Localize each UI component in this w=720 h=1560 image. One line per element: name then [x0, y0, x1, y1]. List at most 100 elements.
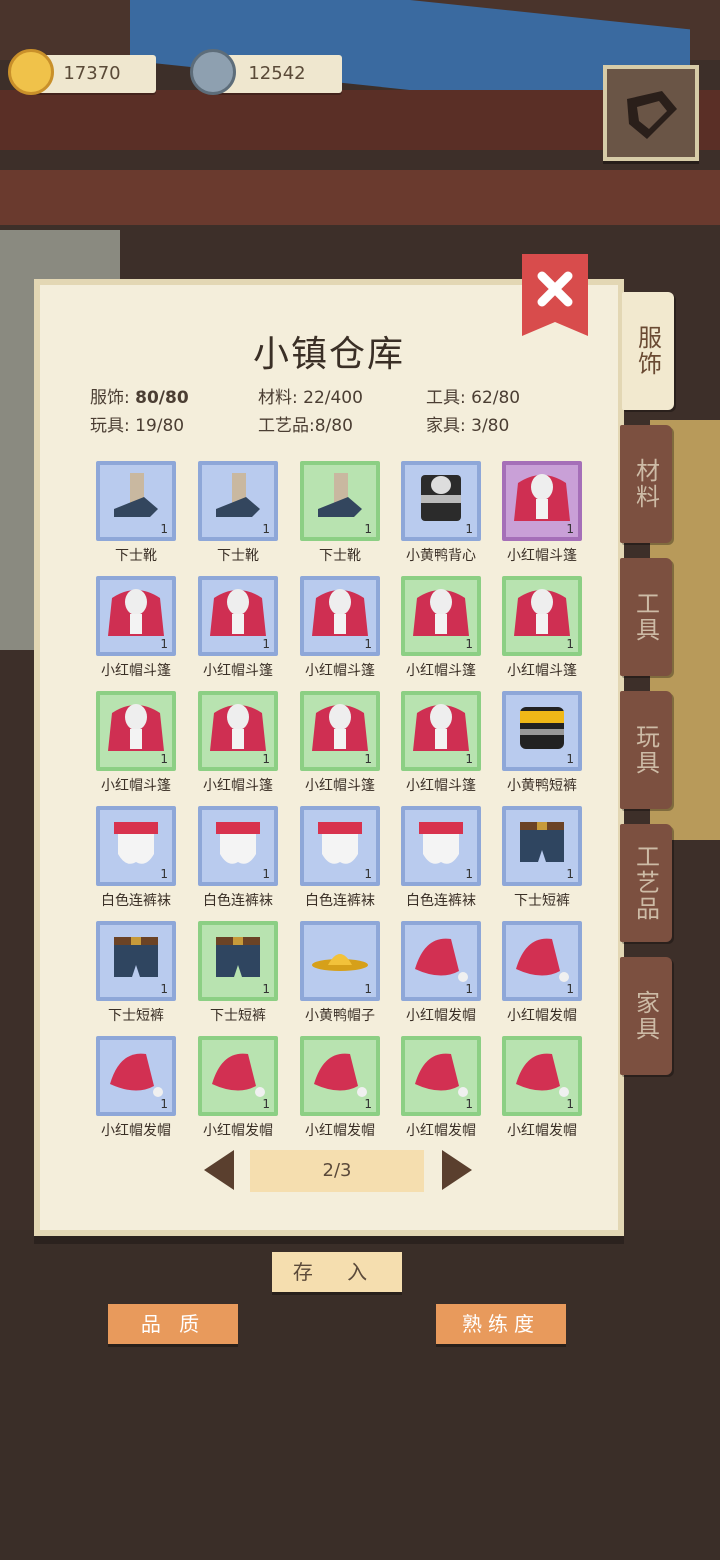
item-slot[interactable]: 1 小红帽斗篷 [502, 576, 582, 696]
item-slot[interactable]: 1 小黄鸭短裤 [502, 691, 582, 811]
item-quantity: 1 [566, 522, 574, 536]
item-quantity: 1 [262, 867, 270, 881]
item-name: 小红帽发帽 [507, 1123, 577, 1139]
item-name: 小红帽斗篷 [203, 778, 273, 794]
tab-materials[interactable]: 材料 [620, 425, 672, 543]
item-name: 小黄鸭背心 [406, 548, 476, 564]
item-quantity: 1 [364, 1097, 372, 1111]
item-tile: 1 [96, 461, 176, 541]
item-quantity: 1 [262, 982, 270, 996]
item-slot[interactable]: 1 小红帽发帽 [502, 921, 582, 1041]
item-quantity: 1 [262, 637, 270, 651]
item-tile: 1 [96, 921, 176, 1001]
stat-furniture: 家具: 3/80 [426, 416, 510, 436]
item-quantity: 1 [364, 752, 372, 766]
item-tile: 1 [401, 806, 481, 886]
store-button[interactable]: 存 入 [272, 1252, 402, 1292]
close-button[interactable] [522, 254, 588, 336]
item-quantity: 1 [566, 637, 574, 651]
item-slot[interactable]: 1 小黄鸭背心 [401, 461, 481, 581]
item-name: 下士短裤 [514, 893, 570, 909]
stat-crafts: 工艺品:8/80 [258, 416, 353, 436]
item-slot[interactable]: 1 小红帽斗篷 [300, 691, 380, 811]
item-slot[interactable]: 1 白色连裤袜 [300, 806, 380, 926]
item-tile: 1 [502, 1036, 582, 1116]
item-slot[interactable]: 1 小红帽斗篷 [96, 576, 176, 696]
item-name: 白色连裤袜 [305, 893, 375, 909]
item-tile: 1 [502, 576, 582, 656]
item-slot[interactable]: 1 小红帽发帽 [96, 1036, 176, 1156]
item-slot[interactable]: 1 下士短裤 [96, 921, 176, 1041]
prev-page-arrow-icon[interactable] [204, 1150, 234, 1190]
close-icon [522, 254, 588, 336]
stat-tools: 工具: 62/80 [426, 388, 521, 408]
item-slot[interactable]: 1 小红帽斗篷 [401, 576, 481, 696]
item-slot[interactable]: 1 小红帽斗篷 [96, 691, 176, 811]
item-name: 小红帽发帽 [406, 1008, 476, 1024]
item-slot[interactable]: 1 白色连裤袜 [198, 806, 278, 926]
page-indicator: 2/3 [250, 1150, 424, 1192]
item-slot[interactable]: 1 小黄鸭帽子 [300, 921, 380, 1041]
item-name: 小红帽发帽 [101, 1123, 171, 1139]
item-slot[interactable]: 1 小红帽发帽 [502, 1036, 582, 1156]
item-name: 小红帽斗篷 [305, 663, 375, 679]
item-tile: 1 [401, 691, 481, 771]
item-slot[interactable]: 1 下士短裤 [502, 806, 582, 926]
item-name: 小红帽斗篷 [101, 663, 171, 679]
item-quantity: 1 [160, 867, 168, 881]
item-slot[interactable]: 1 下士靴 [198, 461, 278, 581]
item-slot[interactable]: 1 小红帽发帽 [401, 1036, 481, 1156]
item-slot[interactable]: 1 小红帽斗篷 [502, 461, 582, 581]
item-tile: 1 [198, 576, 278, 656]
item-tile: 1 [96, 691, 176, 771]
proficiency-sort-button[interactable]: 熟练度 [436, 1304, 566, 1344]
item-slot[interactable]: 1 小红帽发帽 [401, 921, 481, 1041]
item-quantity: 1 [566, 1097, 574, 1111]
item-slot[interactable]: 1 小红帽斗篷 [198, 576, 278, 696]
item-slot[interactable]: 1 下士靴 [300, 461, 380, 581]
tab-tools[interactable]: 工具 [620, 558, 672, 676]
item-tile: 1 [96, 1036, 176, 1116]
item-quantity: 1 [262, 1097, 270, 1111]
item-slot[interactable]: 1 白色连裤袜 [401, 806, 481, 926]
item-slot[interactable]: 1 小红帽斗篷 [401, 691, 481, 811]
item-name: 小黄鸭短裤 [507, 778, 577, 794]
tab-clothing[interactable]: 服饰 [622, 292, 674, 410]
item-quantity: 1 [262, 522, 270, 536]
tab-crafts[interactable]: 工艺品 [620, 824, 672, 942]
item-tile: 1 [502, 921, 582, 1001]
item-tile: 1 [198, 691, 278, 771]
item-tile: 1 [401, 576, 481, 656]
item-tile: 1 [300, 691, 380, 771]
item-name: 小红帽斗篷 [305, 778, 375, 794]
tab-toys[interactable]: 玩具 [620, 691, 672, 809]
item-name: 白色连裤袜 [406, 893, 476, 909]
item-name: 小红帽斗篷 [406, 663, 476, 679]
scroll-icon [627, 91, 677, 139]
item-slot[interactable]: 1 白色连裤袜 [96, 806, 176, 926]
item-quantity: 1 [160, 637, 168, 651]
item-tile: 1 [502, 806, 582, 886]
item-slot[interactable]: 1 小红帽发帽 [300, 1036, 380, 1156]
item-slot[interactable]: 1 小红帽斗篷 [198, 691, 278, 811]
item-quantity: 1 [262, 752, 270, 766]
item-slot[interactable]: 1 小红帽斗篷 [300, 576, 380, 696]
item-name: 白色连裤袜 [203, 893, 273, 909]
item-quantity: 1 [364, 637, 372, 651]
item-tile: 1 [198, 921, 278, 1001]
item-quantity: 1 [465, 752, 473, 766]
item-slot[interactable]: 1 下士短裤 [198, 921, 278, 1041]
journal-button[interactable] [603, 65, 699, 161]
item-slot[interactable]: 1 小红帽发帽 [198, 1036, 278, 1156]
item-quantity: 1 [465, 522, 473, 536]
item-tile: 1 [502, 691, 582, 771]
item-quantity: 1 [160, 752, 168, 766]
quality-sort-button[interactable]: 品 质 [108, 1304, 238, 1344]
item-tile: 1 [300, 921, 380, 1001]
item-slot[interactable]: 1 下士靴 [96, 461, 176, 581]
tab-furniture[interactable]: 家具 [620, 957, 672, 1075]
item-name: 小红帽斗篷 [101, 778, 171, 794]
item-name: 小红帽斗篷 [203, 663, 273, 679]
item-name: 小红帽发帽 [203, 1123, 273, 1139]
next-page-arrow-icon[interactable] [442, 1150, 472, 1190]
